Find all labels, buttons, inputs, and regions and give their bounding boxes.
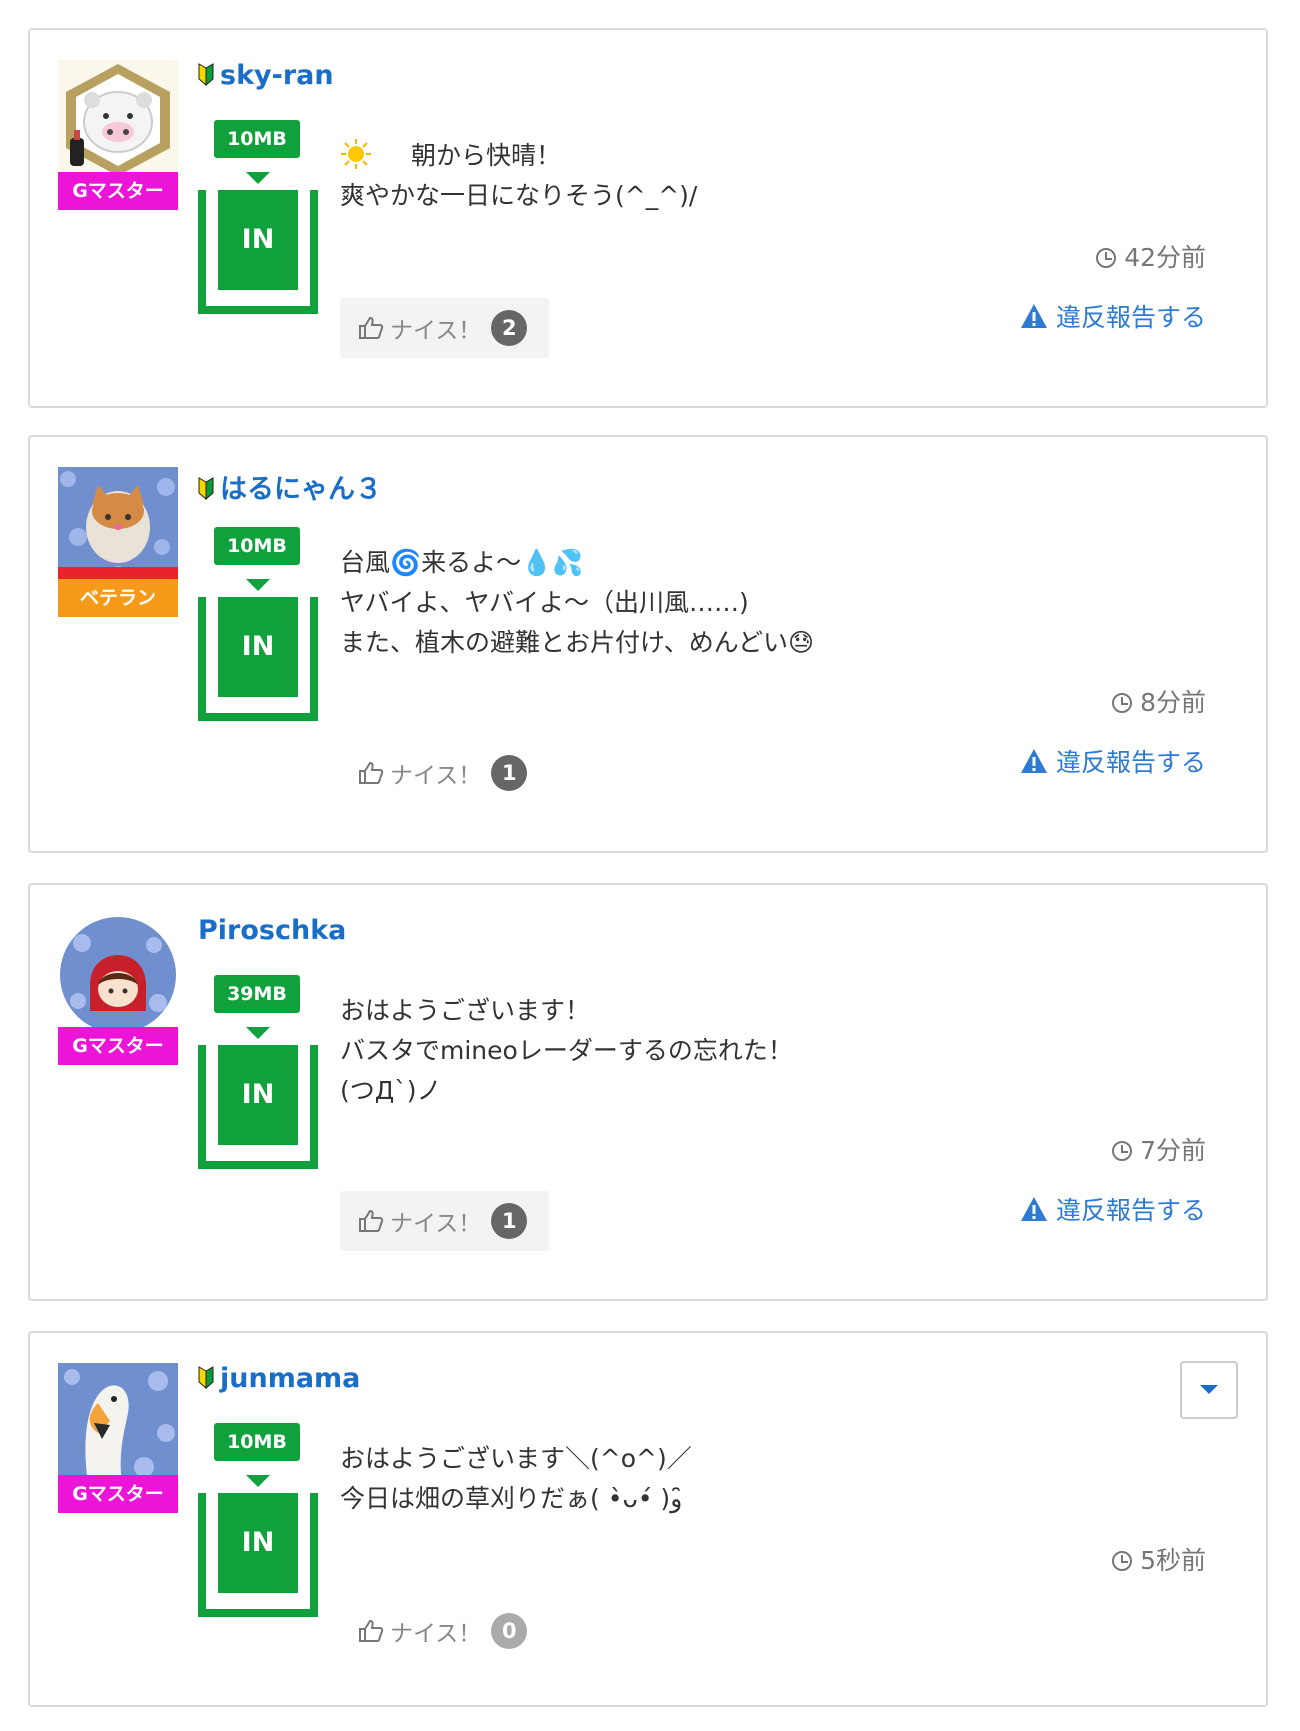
timestamp: 8分前 xyxy=(1112,683,1206,719)
username[interactable]: junmama xyxy=(220,1363,360,1394)
report-link[interactable]: 違反報告する xyxy=(1020,298,1206,334)
nice-count: 0 xyxy=(491,1613,528,1649)
data-amount-badge: 10MB xyxy=(214,527,300,565)
avatar[interactable] xyxy=(58,1363,178,1483)
gauge-arrow xyxy=(246,172,270,184)
rank-badge: ベテラン xyxy=(58,579,178,617)
clock-icon xyxy=(1112,1141,1133,1161)
post-line: バスタでmineoレーダーするの忘れた！ xyxy=(340,1036,793,1065)
data-gauge: 10MB IN xyxy=(198,1423,318,1623)
rank-badge: Gマスター xyxy=(58,172,178,210)
nice-label[interactable]: ナイス！ xyxy=(390,1614,481,1648)
username-link[interactable]: Piroschka xyxy=(198,915,346,946)
thumbs-up-icon xyxy=(359,1209,384,1232)
post-body: おはようございます！ バスタでmineoレーダーするの忘れた！ (つД`)ノ xyxy=(340,991,793,1111)
post-card: Gマスター Piroschka 39MB IN おはようございます！ バスタでm… xyxy=(28,883,1268,1301)
nice-count: 2 xyxy=(491,310,528,346)
avatar[interactable] xyxy=(58,60,178,180)
timestamp: 7分前 xyxy=(1112,1131,1206,1167)
gauge-arrow xyxy=(246,1027,270,1039)
post-line: 朝から快晴！ xyxy=(340,136,697,176)
beginner-leaf-icon xyxy=(198,63,214,87)
post-line: おはようございます！ xyxy=(340,996,591,1025)
post-line: (つД`)ノ xyxy=(340,1076,442,1105)
warning-icon xyxy=(1020,1197,1047,1221)
report-link[interactable]: 違反報告する xyxy=(1020,743,1206,779)
post-line: 今日は畑の草刈りだぁ( •̀ᴗ•́ )و ̑̑ xyxy=(340,1484,691,1513)
thumbs-up-icon xyxy=(359,1619,384,1642)
post-body: 朝から快晴！ 爽やかな一日になりそう(^_^)/ xyxy=(340,136,697,216)
post-line: 台風🌀来るよ〜💧💦 xyxy=(340,548,584,577)
post-line: おはようございます＼(^o^)／ xyxy=(340,1444,692,1473)
username[interactable]: はるにゃん３ xyxy=(220,474,382,505)
data-gauge: 39MB IN xyxy=(198,975,318,1175)
data-gauge: 10MB IN xyxy=(198,120,318,320)
beginner-leaf-icon xyxy=(198,477,214,501)
nice-button[interactable]: ナイス！ 1 xyxy=(340,743,549,803)
data-amount-badge: 39MB xyxy=(214,975,300,1013)
clock-icon xyxy=(1112,1551,1133,1571)
warning-icon xyxy=(1020,304,1047,328)
username[interactable]: Piroschka xyxy=(198,915,346,946)
gauge-label: IN xyxy=(218,1045,298,1145)
warning-icon xyxy=(1020,749,1047,773)
avatar-block[interactable]: Gマスター xyxy=(58,60,178,210)
report-link[interactable]: 違反報告する xyxy=(1020,1191,1206,1227)
avatar-block[interactable]: Gマスター xyxy=(58,915,178,1065)
rank-badge: Gマスター xyxy=(58,1475,178,1513)
nice-label[interactable]: ナイス！ xyxy=(390,311,481,345)
username[interactable]: sky-ran xyxy=(220,60,334,91)
gauge-label: IN xyxy=(218,190,298,290)
username-link[interactable]: はるにゃん３ xyxy=(198,467,382,506)
post-card: ベテラン はるにゃん３ 10MB IN 台風🌀来るよ〜💧💦 ヤバイよ、ヤバイよ〜… xyxy=(28,435,1268,853)
data-gauge: 10MB IN xyxy=(198,527,318,727)
clock-icon xyxy=(1096,248,1117,268)
sun-icon xyxy=(341,139,371,169)
post-line: ヤバイよ、ヤバイよ〜（出川風……) xyxy=(340,588,749,617)
username-link[interactable]: sky-ran xyxy=(198,60,334,91)
nice-button[interactable]: ナイス！ 1 xyxy=(340,1191,550,1251)
nice-count: 1 xyxy=(491,1203,528,1239)
beginner-leaf-icon xyxy=(198,1366,214,1390)
nice-label[interactable]: ナイス！ xyxy=(390,1204,481,1238)
gauge-label: IN xyxy=(218,1493,298,1593)
thumbs-up-icon xyxy=(359,316,384,339)
timestamp: 5秒前 xyxy=(1112,1541,1206,1577)
post-body: 台風🌀来るよ〜💧💦 ヤバイよ、ヤバイよ〜（出川風……) また、植木の避難とお片付… xyxy=(340,543,814,663)
nice-button[interactable]: ナイス！ 0 xyxy=(340,1601,549,1661)
rank-badge: Gマスター xyxy=(58,1027,178,1065)
post-line: 爽やかな一日になりそう(^_^)/ xyxy=(340,181,698,210)
post-card: Gマスター junmama 10MB IN おはようございます＼(^o^)／ 今… xyxy=(28,1331,1268,1707)
data-amount-badge: 10MB xyxy=(214,120,300,158)
nice-button[interactable]: ナイス！ 2 xyxy=(340,298,550,358)
avatar[interactable] xyxy=(58,467,178,587)
timestamp: 42分前 xyxy=(1096,238,1206,274)
nice-label[interactable]: ナイス！ xyxy=(390,756,481,790)
avatar-block[interactable]: Gマスター xyxy=(58,1363,178,1513)
gauge-arrow xyxy=(246,1475,270,1487)
gauge-arrow xyxy=(246,579,270,591)
avatar-block[interactable]: ベテラン xyxy=(58,467,178,617)
clock-icon xyxy=(1112,693,1133,713)
post-menu-dropdown[interactable] xyxy=(1180,1361,1238,1419)
avatar[interactable] xyxy=(58,915,178,1035)
gauge-label: IN xyxy=(218,597,298,697)
username-link[interactable]: junmama xyxy=(198,1363,360,1394)
data-amount-badge: 10MB xyxy=(214,1423,300,1461)
thumbs-up-icon xyxy=(359,761,384,784)
post-card: Gマスター sky-ran 10MB IN 朝から快晴！ 爽やかな一日になりそう… xyxy=(28,28,1268,408)
post-line: また、植木の避難とお片付け、めんどい😓 xyxy=(340,628,815,657)
post-body: おはようございます＼(^o^)／ 今日は畑の草刈りだぁ( •̀ᴗ•́ )و ̑̑ xyxy=(340,1439,692,1519)
nice-count: 1 xyxy=(491,755,528,791)
